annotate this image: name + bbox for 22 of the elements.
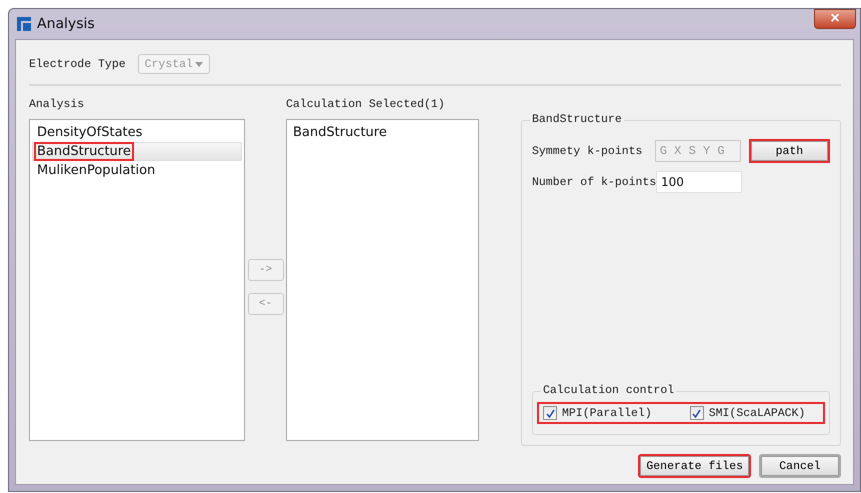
selected-item[interactable]: BandStructure [289, 123, 476, 142]
option-label: SMI(ScaLAPACK) [708, 406, 806, 420]
analysis-label: Analysis [29, 98, 86, 111]
kpoints-label: Number of k-points [532, 176, 656, 188]
check-icon [546, 408, 554, 418]
path-button[interactable]: path [748, 139, 830, 163]
symmetry-label: Symmety k-points [532, 144, 644, 158]
electrode-type-label: Electrode Type [29, 58, 126, 70]
analysis-item[interactable]: DensityOfStates [32, 123, 242, 142]
app-logo-icon [17, 17, 31, 31]
checkbox[interactable] [690, 406, 704, 420]
window-title: Analysis [37, 16, 95, 32]
option-label: MPI(Parallel) [562, 406, 652, 420]
check-icon [692, 408, 702, 418]
analysis-item[interactable]: MulikenPopulation [32, 161, 242, 180]
dialog-button[interactable]: Generate files [638, 454, 751, 478]
calculation-selected-label: Calculation Selected(1) [286, 98, 446, 111]
dialog-button[interactable]: Cancel [759, 454, 841, 478]
kpoints-field[interactable]: 100 [656, 171, 742, 193]
checkbox[interactable] [543, 406, 557, 420]
analysis-item[interactable]: BandStructure [32, 142, 242, 161]
caret-icon [194, 62, 203, 66]
